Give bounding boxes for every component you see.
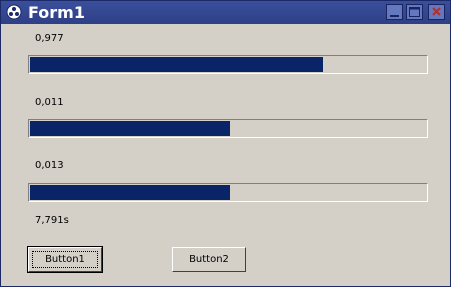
progress-bar-1 [28, 55, 428, 74]
progress-fill-2 [30, 121, 230, 136]
window-title: Form1 [28, 3, 85, 22]
value-label-3: 0,013 [35, 160, 64, 171]
button1[interactable]: Button1 [27, 246, 103, 273]
value-label-1: 0,977 [35, 33, 64, 44]
value-label-2: 0,011 [35, 97, 64, 108]
progress-bar-2 [28, 119, 428, 138]
progress-fill-1 [30, 57, 323, 72]
button2-label: Button2 [189, 254, 229, 265]
title-bar[interactable]: Form1 [1, 1, 450, 24]
close-icon [432, 7, 441, 16]
maximize-button[interactable] [406, 4, 423, 20]
button1-label: Button1 [45, 254, 85, 265]
minimize-button[interactable] [386, 4, 403, 20]
app-icon[interactable] [6, 4, 22, 20]
progress-fill-3 [30, 185, 230, 200]
elapsed-time-label: 7,791s [35, 215, 69, 226]
minimize-icon [390, 15, 399, 17]
button2[interactable]: Button2 [172, 247, 246, 272]
close-button[interactable] [428, 4, 445, 20]
form-window: Form1 0,977 0,011 0,013 7,791s Button1 B… [0, 0, 451, 287]
maximize-icon [409, 7, 420, 17]
progress-bar-3 [28, 183, 428, 202]
